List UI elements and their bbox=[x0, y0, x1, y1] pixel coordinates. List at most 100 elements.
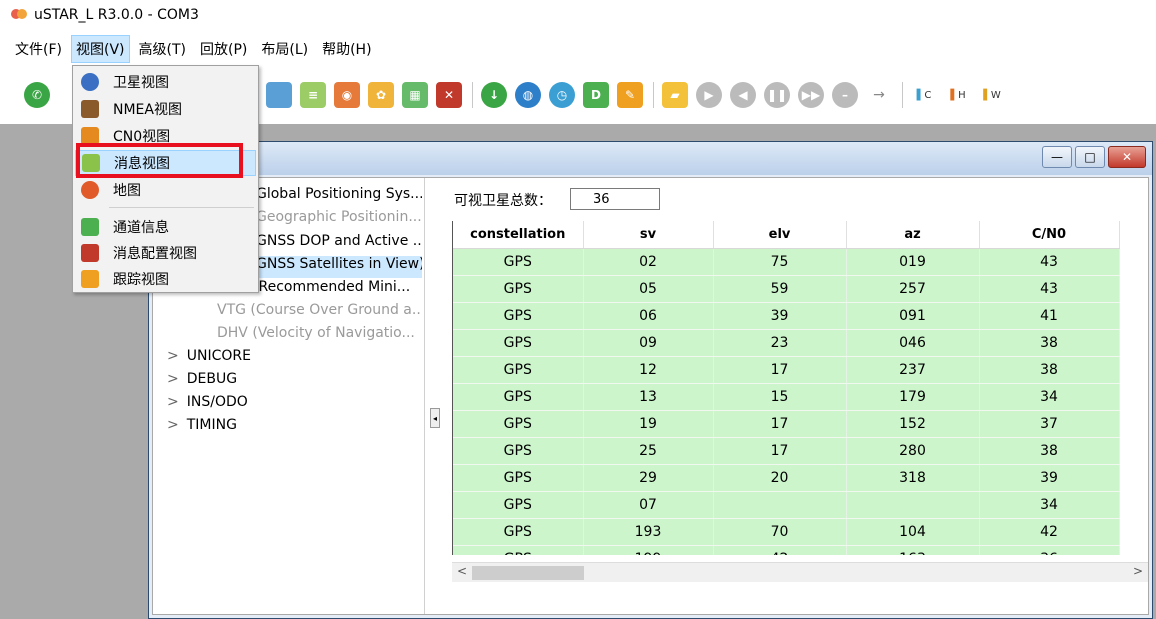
close-button[interactable]: ✕ bbox=[1108, 146, 1146, 168]
menu-item-satellite-view[interactable]: 卫星视图 bbox=[75, 69, 256, 95]
table-row[interactable]: GPS 29 20 318 39 bbox=[453, 464, 1120, 492]
table-row[interactable]: GPS 09 23 046 38 bbox=[453, 329, 1120, 357]
tree-group-insodo[interactable]: > INS/ODO bbox=[167, 394, 248, 410]
scroll-left-icon[interactable]: < bbox=[454, 564, 470, 581]
table-cell: 199 bbox=[583, 545, 714, 555]
warm-start-icon[interactable]: ▌ W bbox=[979, 82, 1005, 108]
tree-item-gll[interactable]: Geographic Positionin... bbox=[256, 209, 422, 225]
tree-group-unicore[interactable]: > UNICORE bbox=[167, 348, 251, 364]
tree-item-gsa[interactable]: GNSS DOP and Active ... bbox=[256, 233, 422, 249]
hot-start-icon[interactable]: ▌ H bbox=[945, 82, 971, 108]
play-icon[interactable]: ▶ bbox=[696, 82, 722, 108]
table-cell: 17 bbox=[713, 410, 847, 438]
column-header[interactable]: constellation bbox=[453, 221, 584, 249]
folder-icon[interactable]: ▰ bbox=[662, 82, 688, 108]
pause-icon[interactable]: ❚❚ bbox=[764, 82, 790, 108]
menu-item-nmea-view[interactable]: NMEA视图 bbox=[75, 96, 256, 122]
table-cell: 34 bbox=[979, 383, 1120, 411]
menu-item-message-config[interactable]: 消息配置视图 bbox=[75, 240, 256, 266]
child-body: Global Positioning Sys... Geographic Pos… bbox=[152, 177, 1149, 615]
table-cell bbox=[846, 491, 980, 519]
table-cell: 257 bbox=[846, 275, 980, 303]
table-cell: 163 bbox=[846, 545, 980, 555]
menu-file[interactable]: 文件(F) bbox=[10, 35, 67, 63]
table-cell: 02 bbox=[583, 248, 714, 276]
scroll-right-icon[interactable]: > bbox=[1130, 564, 1146, 581]
chevron-right-icon: > bbox=[167, 394, 179, 410]
menu-playback[interactable]: 回放(P) bbox=[195, 35, 252, 63]
menu-item-channel-info[interactable]: 通道信息 bbox=[75, 214, 256, 240]
menu-advanced[interactable]: 高级(T) bbox=[134, 35, 191, 63]
table-cell: GPS bbox=[453, 356, 584, 384]
table-row[interactable]: GPS 02 75 019 43 bbox=[453, 248, 1120, 276]
track-icon[interactable]: ✿ bbox=[368, 82, 394, 108]
table-row[interactable]: GPS 19 17 152 37 bbox=[453, 410, 1120, 438]
collapse-panel-button[interactable]: ◂ bbox=[430, 408, 440, 428]
channel-icon[interactable]: ▦ bbox=[402, 82, 428, 108]
table-cell: 39 bbox=[713, 302, 847, 330]
brush-icon[interactable]: ✎ bbox=[617, 82, 643, 108]
table-row[interactable]: GPS 13 15 179 34 bbox=[453, 383, 1120, 411]
column-header[interactable]: az bbox=[846, 221, 980, 249]
maximize-button[interactable]: □ bbox=[1075, 146, 1105, 168]
forward-icon[interactable]: ▶▶ bbox=[798, 82, 824, 108]
phone-icon[interactable]: ✆ bbox=[24, 82, 50, 108]
table-row[interactable]: GPS 12 17 237 38 bbox=[453, 356, 1120, 384]
tree-item-gga[interactable]: Global Positioning Sys... bbox=[256, 186, 422, 202]
table-row[interactable]: GPS 07 34 bbox=[453, 491, 1120, 519]
menu-help[interactable]: 帮助(H) bbox=[317, 35, 376, 63]
view-menu-dropdown: 卫星视图 NMEA视图 CN0视图 消息视图 地图 通道信息 消息配置视图 跟踪… bbox=[72, 65, 259, 293]
table-cell: 152 bbox=[846, 410, 980, 438]
table-cell: GPS bbox=[453, 464, 584, 492]
scrollbar-thumb[interactable] bbox=[472, 566, 584, 580]
table-row[interactable]: GPS 05 59 257 43 bbox=[453, 275, 1120, 303]
table-cell: 15 bbox=[713, 383, 847, 411]
d-icon[interactable]: D bbox=[583, 82, 609, 108]
horizontal-scrollbar[interactable]: < > bbox=[452, 562, 1148, 582]
table-row[interactable]: GPS 06 39 091 41 bbox=[453, 302, 1120, 330]
globe-icon[interactable]: ◍ bbox=[515, 82, 541, 108]
table-cell: 42 bbox=[713, 545, 847, 555]
column-header[interactable]: elv bbox=[713, 221, 847, 249]
table-cell: 43 bbox=[979, 275, 1120, 303]
tree-item-gsv[interactable]: GNSS Satellites in View) bbox=[256, 256, 422, 278]
cold-start-icon[interactable]: ▌ C bbox=[911, 82, 937, 108]
minimize-button[interactable]: — bbox=[1042, 146, 1072, 168]
table-row[interactable]: GPS 193 70 104 42 bbox=[453, 518, 1120, 546]
tree-group-debug[interactable]: > DEBUG bbox=[167, 371, 237, 387]
tree-group-timing[interactable]: > TIMING bbox=[167, 417, 237, 433]
stop-icon[interactable]: – bbox=[832, 82, 858, 108]
child-title-bar[interactable]: — □ ✕ bbox=[149, 142, 1152, 175]
menu-item-map[interactable]: 地图 bbox=[75, 177, 256, 203]
menu-view[interactable]: 视图(V) bbox=[70, 35, 130, 63]
tree-item-dhv[interactable]: DHV (Velocity of Navigatio... bbox=[217, 325, 422, 341]
menu-item-tracking-view[interactable]: 跟踪视图 bbox=[75, 266, 256, 292]
map-icon[interactable]: ◉ bbox=[334, 82, 360, 108]
table-cell: 29 bbox=[583, 464, 714, 492]
column-header[interactable]: C/N0 bbox=[979, 221, 1120, 249]
chart-icon[interactable] bbox=[266, 82, 292, 108]
table-row[interactable]: GPS 25 17 280 38 bbox=[453, 437, 1120, 465]
column-header[interactable]: sv bbox=[583, 221, 714, 249]
table-cell: 104 bbox=[846, 518, 980, 546]
table-row[interactable]: GPS1994216336 bbox=[453, 545, 1120, 555]
table-cell: 75 bbox=[713, 248, 847, 276]
satellite-count-field: 36 bbox=[570, 188, 660, 210]
arrow-right-icon[interactable]: → bbox=[866, 82, 892, 108]
table-cell: 59 bbox=[713, 275, 847, 303]
message-icon[interactable]: ≡ bbox=[300, 82, 326, 108]
config-icon[interactable]: ✕ bbox=[436, 82, 462, 108]
menu-layout[interactable]: 布局(L) bbox=[256, 35, 313, 63]
clock-icon[interactable]: ◷ bbox=[549, 82, 575, 108]
table-cell: 34 bbox=[979, 491, 1120, 519]
grid-icon bbox=[81, 218, 99, 236]
satellite-panel: 可视卫星总数： 36 constellation sv elv az C/N0 bbox=[450, 178, 1148, 614]
table-cell: 046 bbox=[846, 329, 980, 357]
toolbar-separator bbox=[472, 82, 473, 108]
tree-item-vtg[interactable]: VTG (Course Over Ground a... bbox=[217, 302, 422, 318]
download-icon[interactable]: ↓ bbox=[481, 82, 507, 108]
chevron-right-icon: > bbox=[167, 417, 179, 433]
menu-bar: 文件(F) 视图(V) 高级(T) 回放(P) 布局(L) 帮助(H) bbox=[0, 35, 1156, 63]
red-highlight-box bbox=[76, 143, 243, 178]
rewind-icon[interactable]: ◀ bbox=[730, 82, 756, 108]
